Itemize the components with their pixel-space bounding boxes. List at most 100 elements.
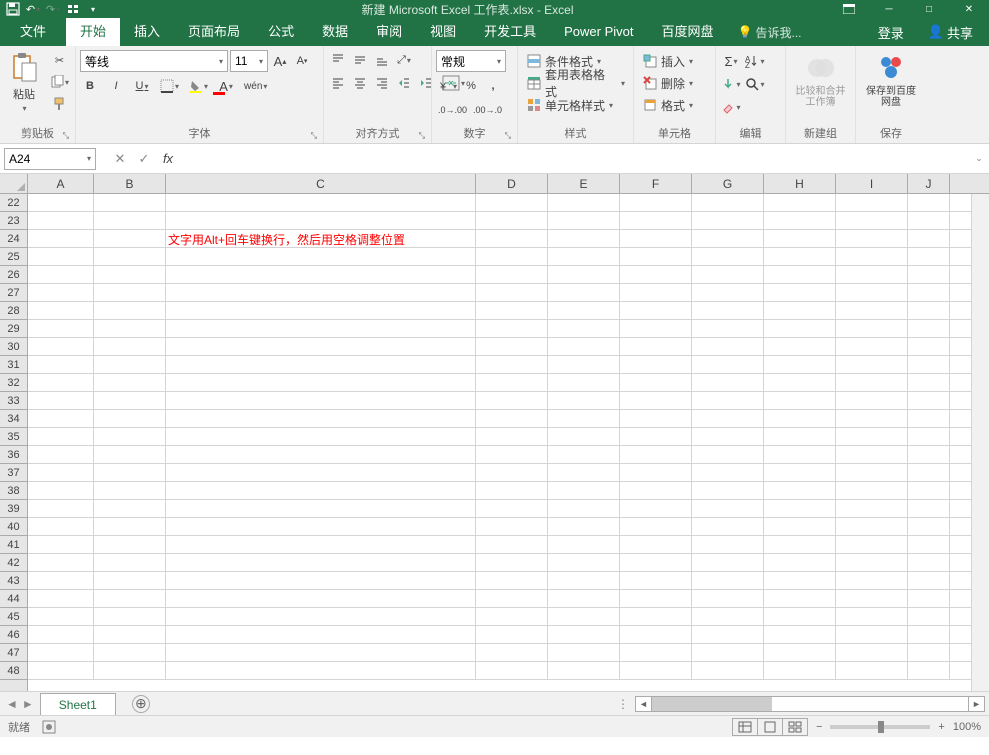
cell-A26[interactable] [28,266,94,284]
cell-J45[interactable] [908,608,950,626]
delete-cells-button[interactable]: 删除▾ [638,72,697,94]
tell-me[interactable]: 💡告诉我... [728,24,812,41]
find-select-button[interactable]: ▾ [744,73,766,95]
cell-A29[interactable] [28,320,94,338]
cell-A34[interactable] [28,410,94,428]
share-button[interactable]: 👤共享 [920,23,981,42]
cell-I34[interactable] [836,410,908,428]
cell-J32[interactable] [908,374,950,392]
cell-B34[interactable] [94,410,166,428]
select-all-button[interactable] [0,174,28,193]
name-box[interactable]: A24▾ [4,148,96,170]
cell-C44[interactable] [166,590,476,608]
cell-F42[interactable] [620,554,692,572]
cell-J36[interactable] [908,446,950,464]
hscroll-thumb[interactable] [652,697,772,711]
clipboard-launcher[interactable]: ⤡ [63,131,69,141]
row-header-25[interactable]: 25 [0,248,27,266]
cell-D27[interactable] [476,284,548,302]
zoom-slider[interactable] [830,725,930,729]
hscroll-left[interactable]: ◄ [636,697,652,711]
cell-I39[interactable] [836,500,908,518]
horizontal-scrollbar[interactable]: ◄ ► [635,696,985,712]
cell-I26[interactable] [836,266,908,284]
copy-button[interactable]: ▾ [48,72,71,92]
cell-A22[interactable] [28,194,94,212]
cell-E47[interactable] [548,644,620,662]
row-header-35[interactable]: 35 [0,428,27,446]
cell-D42[interactable] [476,554,548,572]
col-header-F[interactable]: F [620,174,692,193]
row-header-28[interactable]: 28 [0,302,27,320]
cell-C26[interactable] [166,266,476,284]
decrease-decimal-button[interactable]: .00→.0 [471,100,504,120]
cancel-formula-button[interactable]: ✕ [108,148,132,170]
cell-A28[interactable] [28,302,94,320]
cell-D41[interactable] [476,536,548,554]
col-header-D[interactable]: D [476,174,548,193]
align-right-button[interactable] [372,73,392,93]
cell-J24[interactable] [908,230,950,248]
normal-view-button[interactable] [732,718,758,736]
cell-F47[interactable] [620,644,692,662]
zoom-level[interactable]: 100% [953,721,981,733]
cell-D34[interactable] [476,410,548,428]
cell-I46[interactable] [836,626,908,644]
cell-J47[interactable] [908,644,950,662]
font-launcher[interactable]: ⤡ [311,131,317,141]
cell-D43[interactable] [476,572,548,590]
cell-C35[interactable] [166,428,476,446]
cell-G39[interactable] [692,500,764,518]
cell-A30[interactable] [28,338,94,356]
border-button[interactable]: ▾ [158,76,181,96]
cell-B30[interactable] [94,338,166,356]
cell-C34[interactable] [166,410,476,428]
cell-D47[interactable] [476,644,548,662]
cell-J40[interactable] [908,518,950,536]
cell-B40[interactable] [94,518,166,536]
cell-D23[interactable] [476,212,548,230]
cell-E46[interactable] [548,626,620,644]
cell-J34[interactable] [908,410,950,428]
col-header-A[interactable]: A [28,174,94,193]
cell-F29[interactable] [620,320,692,338]
align-left-button[interactable] [328,73,348,93]
cell-I25[interactable] [836,248,908,266]
cell-H37[interactable] [764,464,836,482]
cell-G28[interactable] [692,302,764,320]
cell-E30[interactable] [548,338,620,356]
col-header-E[interactable]: E [548,174,620,193]
tab-file[interactable]: 文件 [0,18,66,46]
cell-B46[interactable] [94,626,166,644]
cell-I37[interactable] [836,464,908,482]
cell-G34[interactable] [692,410,764,428]
cell-E37[interactable] [548,464,620,482]
row-header-33[interactable]: 33 [0,392,27,410]
cell-A44[interactable] [28,590,94,608]
tab-developer[interactable]: 开发工具 [470,18,550,46]
cell-B29[interactable] [94,320,166,338]
cell-G24[interactable] [692,230,764,248]
cell-G33[interactable] [692,392,764,410]
cut-button[interactable]: ✂ [48,50,71,70]
cell-J44[interactable] [908,590,950,608]
cell-G36[interactable] [692,446,764,464]
cell-B25[interactable] [94,248,166,266]
login-button[interactable]: 登录 [870,23,912,42]
cell-F25[interactable] [620,248,692,266]
number-launcher[interactable]: ⤡ [505,131,511,141]
cell-E27[interactable] [548,284,620,302]
qat-undo[interactable]: ↶▾ [24,1,42,17]
cell-H24[interactable] [764,230,836,248]
cell-G48[interactable] [692,662,764,680]
cell-F30[interactable] [620,338,692,356]
cell-I32[interactable] [836,374,908,392]
underline-button[interactable]: U▾ [132,76,152,96]
col-header-C[interactable]: C [166,174,476,193]
cell-E39[interactable] [548,500,620,518]
cell-J41[interactable] [908,536,950,554]
fill-button[interactable]: ▾ [720,73,742,95]
cell-I29[interactable] [836,320,908,338]
cell-A46[interactable] [28,626,94,644]
enter-formula-button[interactable]: ✓ [132,148,156,170]
